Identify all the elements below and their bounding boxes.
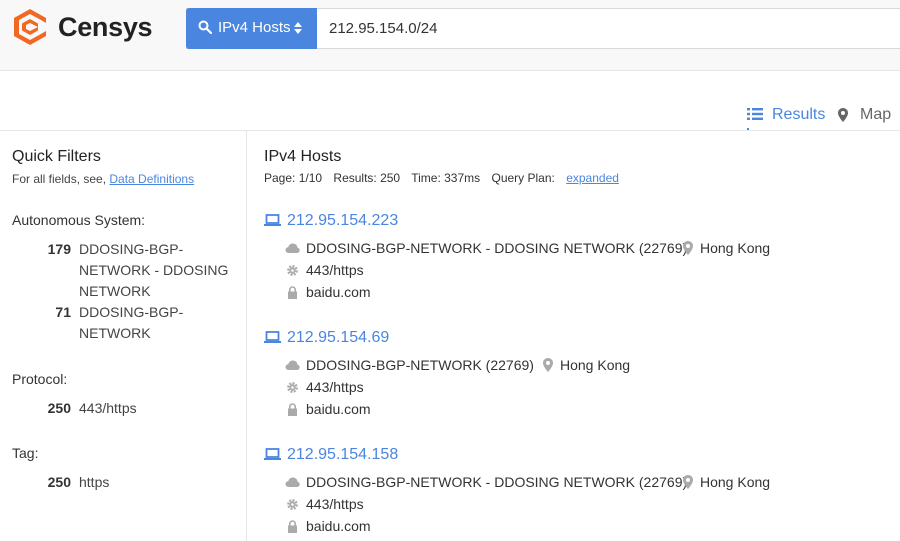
cloud-icon: [285, 360, 300, 370]
result-protocol-text: 443/https: [306, 379, 364, 395]
result-asn-text: DDOSING-BGP-NETWORK - DDOSING NETWORK (2…: [306, 474, 688, 490]
results-meta: Page: 1/10 Results: 250 Time: 337ms Quer…: [264, 171, 627, 185]
result-domain-text: baidu.com: [306, 401, 371, 417]
result-domain-text: baidu.com: [306, 284, 371, 300]
result-location-text: Hong Kong: [700, 240, 771, 256]
search-bar: IPv4 Hosts: [186, 8, 900, 49]
list-icon: [747, 108, 763, 120]
facet-item-name: DDOSING-BGP-NETWORK - DDOSING NETWORK: [79, 241, 229, 299]
result-ip: 212.95.154.158: [287, 446, 399, 463]
data-definitions-link[interactable]: Data Definitions: [109, 172, 194, 186]
laptop-icon: [264, 214, 281, 226]
location-pin-icon: [683, 475, 693, 489]
facet-item-count: 250: [47, 474, 71, 490]
result-ip: 212.95.154.223: [287, 212, 399, 229]
result-ip-link[interactable]: 212.95.154.223: [264, 212, 398, 230]
query-plan-link[interactable]: expanded: [566, 171, 619, 185]
quick-filters-subtitle: For all fields, see, Data Definitions: [12, 172, 195, 186]
result-count: Results: 250: [333, 171, 401, 185]
location-pin-icon: [543, 358, 553, 372]
result-protocol-text: 443/https: [306, 262, 364, 278]
brand-name[interactable]: Censys: [58, 12, 153, 43]
result-location-text: Hong Kong: [560, 357, 631, 373]
lock-icon: [288, 520, 297, 533]
laptop-icon: [264, 448, 281, 460]
result-asn-text: DDOSING-BGP-NETWORK - DDOSING NETWORK (2…: [306, 240, 688, 256]
result-item: 212.95.154.69 DDOSING-BGP-NETWORK (22769…: [264, 329, 884, 434]
map-pin-icon: [838, 108, 848, 122]
facet-item[interactable]: 71 DDOSING-BGP-NETWORK: [0, 302, 247, 344]
facet-title-tag: Tag:: [12, 445, 39, 461]
result-protocol-text: 443/https: [306, 496, 364, 512]
facet-item-name: https: [79, 474, 110, 490]
result-ip-link[interactable]: 212.95.154.158: [264, 446, 398, 464]
facet-title-autonomous-system: Autonomous System:: [12, 212, 146, 228]
result-asn-text: DDOSING-BGP-NETWORK (22769): [306, 357, 534, 373]
result-item: 212.95.154.223 DDOSING-BGP-NETWORK - DDO…: [264, 212, 884, 317]
result-ip-link[interactable]: 212.95.154.69: [264, 329, 389, 347]
top-header: Censys IPv4 Hosts: [0, 0, 900, 71]
gear-icon: [287, 382, 298, 393]
facet-item-count: 71: [55, 304, 71, 320]
tab-results-label: Results: [772, 106, 826, 123]
sort-caret-icon: [294, 22, 302, 34]
quick-filters-subtitle-text: For all fields, see: [12, 172, 103, 186]
gear-icon: [287, 265, 298, 276]
gear-icon: [287, 499, 298, 510]
quick-filters-title: Quick Filters: [12, 148, 101, 165]
search-type-dropdown[interactable]: IPv4 Hosts: [186, 8, 317, 49]
location-pin-icon: [683, 241, 693, 255]
facet-item-count: 250: [47, 400, 71, 416]
page-indicator: Page: 1/10: [264, 171, 323, 185]
facet-item[interactable]: 250 443/https: [0, 398, 247, 419]
censys-logo-icon[interactable]: [12, 7, 48, 47]
facet-title-protocol: Protocol:: [12, 371, 68, 387]
facet-item[interactable]: 250 https: [0, 472, 247, 493]
query-plan: Query Plan: expanded: [491, 171, 618, 185]
cloud-icon: [285, 243, 300, 253]
result-domain-text: baidu.com: [306, 518, 371, 534]
laptop-icon: [264, 331, 281, 343]
cloud-icon: [285, 477, 300, 487]
results-title: IPv4 Hosts: [264, 148, 342, 165]
tab-map-label: Map: [860, 106, 892, 123]
lock-icon: [288, 286, 297, 299]
result-location-text: Hong Kong: [700, 474, 771, 490]
search-icon: [198, 20, 212, 34]
result-item: 212.95.154.158 DDOSING-BGP-NETWORK - DDO…: [264, 446, 884, 541]
lock-icon: [288, 403, 297, 416]
facet-item-name: 443/https: [79, 400, 137, 416]
query-plan-label: Query Plan:: [491, 171, 555, 185]
quick-filters-sidebar: Quick Filters For all fields, see, Data …: [0, 131, 247, 541]
facet-item[interactable]: 179 DDOSING-BGP-NETWORK - DDOSING NETWOR…: [0, 239, 247, 302]
facet-item-name: DDOSING-BGP-NETWORK: [79, 304, 184, 341]
search-type-label: IPv4 Hosts: [218, 19, 291, 36]
query-time: Time: 337ms: [411, 171, 481, 185]
search-input[interactable]: [319, 9, 889, 48]
result-ip: 212.95.154.69: [287, 329, 390, 346]
tab-results[interactable]: Results: [747, 104, 825, 130]
facet-item-count: 179: [47, 241, 71, 257]
